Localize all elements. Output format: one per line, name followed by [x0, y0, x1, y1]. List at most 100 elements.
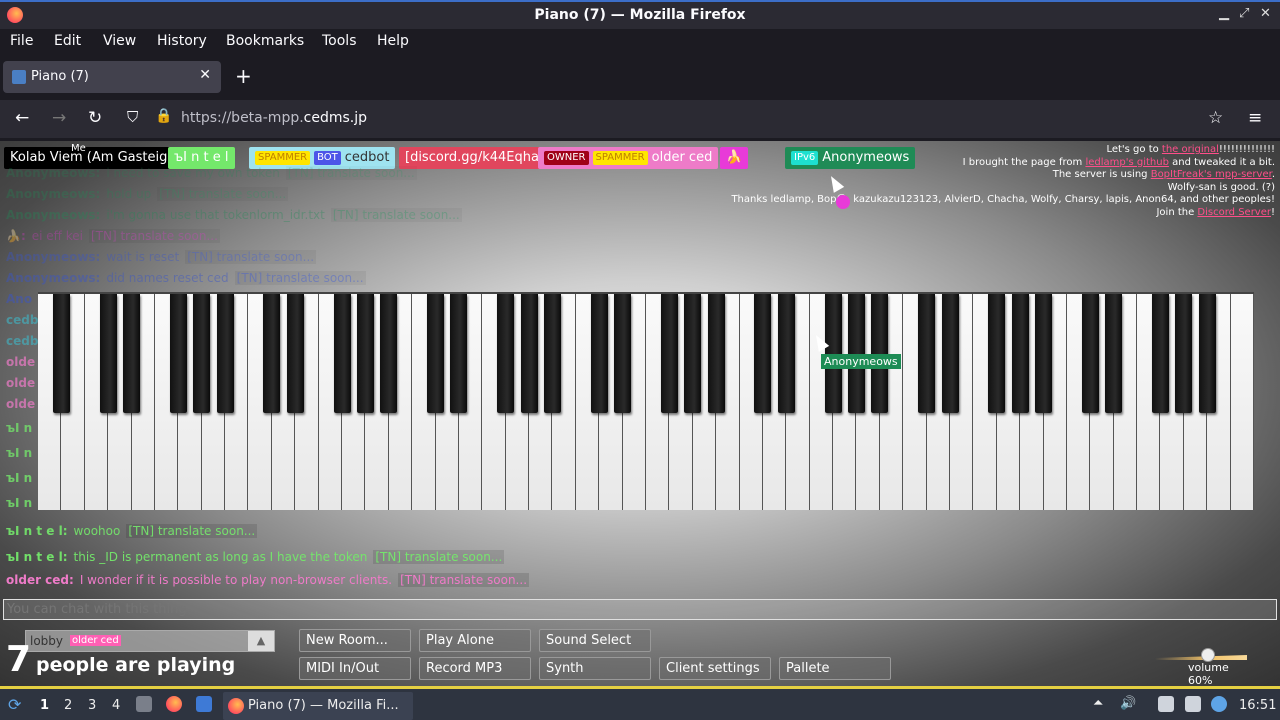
black-key[interactable]: [380, 294, 398, 413]
hamburger-menu-icon[interactable]: ≡: [1248, 108, 1262, 128]
black-key[interactable]: [1011, 294, 1029, 413]
black-key[interactable]: [660, 294, 678, 413]
midi-button[interactable]: MIDI In/Out: [299, 657, 411, 680]
black-key[interactable]: [614, 294, 632, 413]
black-key[interactable]: [263, 294, 281, 413]
server-link[interactable]: BopItFreak's mpp-server: [1151, 169, 1272, 180]
file-manager-icon[interactable]: [136, 696, 152, 712]
black-key[interactable]: [684, 294, 702, 413]
back-icon[interactable]: ←: [15, 108, 29, 128]
black-key[interactable]: [1198, 294, 1216, 413]
update-icon[interactable]: [1211, 696, 1227, 712]
menu-help[interactable]: Help: [377, 33, 409, 49]
maximize-icon[interactable]: ⤢: [1239, 6, 1249, 21]
minimize-icon[interactable]: ▁: [1219, 6, 1229, 21]
shield-icon[interactable]: ⛉: [127, 108, 138, 126]
credits-l4: Wolfy-san is good. (?): [1167, 181, 1275, 193]
black-key[interactable]: [216, 294, 234, 413]
client-settings-button[interactable]: Client settings: [659, 657, 771, 680]
black-key[interactable]: [918, 294, 936, 413]
close-tab-icon[interactable]: ✕: [199, 67, 211, 83]
black-key[interactable]: [169, 294, 187, 413]
black-key[interactable]: [1105, 294, 1123, 413]
tab-piano[interactable]: Piano (7) ✕: [3, 61, 221, 93]
chat-text: I wonder if it is possible to play non-b…: [79, 573, 393, 587]
black-key[interactable]: [1035, 294, 1053, 413]
chat-author: Anonymeows:: [6, 166, 101, 180]
menu-view[interactable]: View: [103, 33, 136, 49]
black-key[interactable]: [777, 294, 795, 413]
black-key[interactable]: [99, 294, 117, 413]
black-key[interactable]: [286, 294, 304, 413]
chat-input[interactable]: [3, 599, 1277, 620]
user-name: Kolab Viem (Am Gasteig): [10, 150, 173, 165]
github-link[interactable]: ledlamp's github: [1085, 157, 1168, 168]
original-link[interactable]: the original: [1162, 144, 1219, 155]
start-menu-icon[interactable]: ⟳: [8, 695, 21, 714]
chat-message: ъI n t e l: this _ID is permanent as long…: [6, 550, 505, 564]
black-key[interactable]: [754, 294, 772, 413]
white-key[interactable]: [1230, 294, 1254, 510]
taskbar-firefox-task[interactable]: Piano (7) — Mozilla Fi...: [223, 692, 413, 720]
player-count-number: 7: [6, 639, 32, 680]
volume-slider[interactable]: volume 60%: [1150, 648, 1250, 686]
black-key[interactable]: [1081, 294, 1099, 413]
menu-edit[interactable]: Edit: [54, 33, 81, 49]
forward-icon[interactable]: →: [52, 108, 66, 128]
black-key[interactable]: [427, 294, 445, 413]
room-selector[interactable]: lobby older ced ▲: [25, 630, 275, 652]
chat-text: this _ID is permanent as long as I have …: [73, 550, 368, 564]
close-window-icon[interactable]: ✕: [1260, 6, 1271, 21]
black-key[interactable]: [1151, 294, 1169, 413]
black-key[interactable]: [543, 294, 561, 413]
terminal-icon[interactable]: [196, 696, 212, 712]
black-key[interactable]: [450, 294, 468, 413]
clipboard-icon[interactable]: [1158, 696, 1174, 712]
black-key[interactable]: [1175, 294, 1193, 413]
black-key[interactable]: [988, 294, 1006, 413]
piano-keyboard[interactable]: [38, 292, 1254, 510]
workspace-2[interactable]: 2: [64, 698, 72, 713]
black-key[interactable]: [52, 294, 70, 413]
firefox-launcher-icon[interactable]: [166, 696, 182, 712]
tab-favicon-icon: [12, 70, 26, 84]
palette-button[interactable]: Pallete: [779, 657, 891, 680]
url-bar[interactable]: https://beta-mpp.cedms.jp: [181, 110, 367, 126]
chevron-up-icon[interactable]: ▲: [248, 631, 274, 651]
synth-button[interactable]: Synth: [539, 657, 651, 680]
workspace-4[interactable]: 4: [112, 698, 120, 713]
chat-message: Anonymeows: did names reset ced [TN] trans…: [6, 271, 366, 285]
new-tab-icon[interactable]: +: [235, 64, 252, 88]
black-key[interactable]: [941, 294, 959, 413]
lock-icon[interactable]: 🔒: [155, 108, 172, 124]
workspace-1[interactable]: 1: [40, 698, 49, 713]
black-key[interactable]: [590, 294, 608, 413]
black-key[interactable]: [333, 294, 351, 413]
volume-knob[interactable]: [1201, 648, 1215, 662]
display-icon[interactable]: [1185, 696, 1201, 712]
new-room-button[interactable]: New Room...: [299, 629, 411, 652]
record-mp3-button[interactable]: Record MP3: [419, 657, 531, 680]
menu-history[interactable]: History: [157, 33, 207, 49]
discord-link[interactable]: Discord Server: [1197, 207, 1271, 218]
bookmark-star-icon[interactable]: ☆: [1208, 108, 1223, 128]
user-badge[interactable]: [discord.gg/k44Eqha]: [399, 147, 551, 169]
reload-icon[interactable]: ↻: [88, 108, 102, 128]
black-key[interactable]: [193, 294, 211, 413]
play-alone-button[interactable]: Play Alone: [419, 629, 531, 652]
workspace-3[interactable]: 3: [88, 698, 96, 713]
black-key[interactable]: [520, 294, 538, 413]
black-key[interactable]: [497, 294, 515, 413]
menu-tools[interactable]: Tools: [322, 33, 357, 49]
volume-tray-icon[interactable]: 🔊: [1120, 696, 1136, 711]
black-key[interactable]: [356, 294, 374, 413]
url-prefix: https://beta-mpp.: [181, 110, 304, 126]
black-key[interactable]: [123, 294, 141, 413]
sound-select-button[interactable]: Sound Select: [539, 629, 651, 652]
menu-bookmarks[interactable]: Bookmarks: [226, 33, 304, 49]
menu-file[interactable]: File: [10, 33, 33, 49]
clock: 16:51: [1239, 698, 1277, 713]
user-badge[interactable]: OWNER SPAMMER older ced: [538, 147, 719, 169]
tray-arrow-icon[interactable]: ⏶: [1093, 696, 1103, 711]
black-key[interactable]: [707, 294, 725, 413]
